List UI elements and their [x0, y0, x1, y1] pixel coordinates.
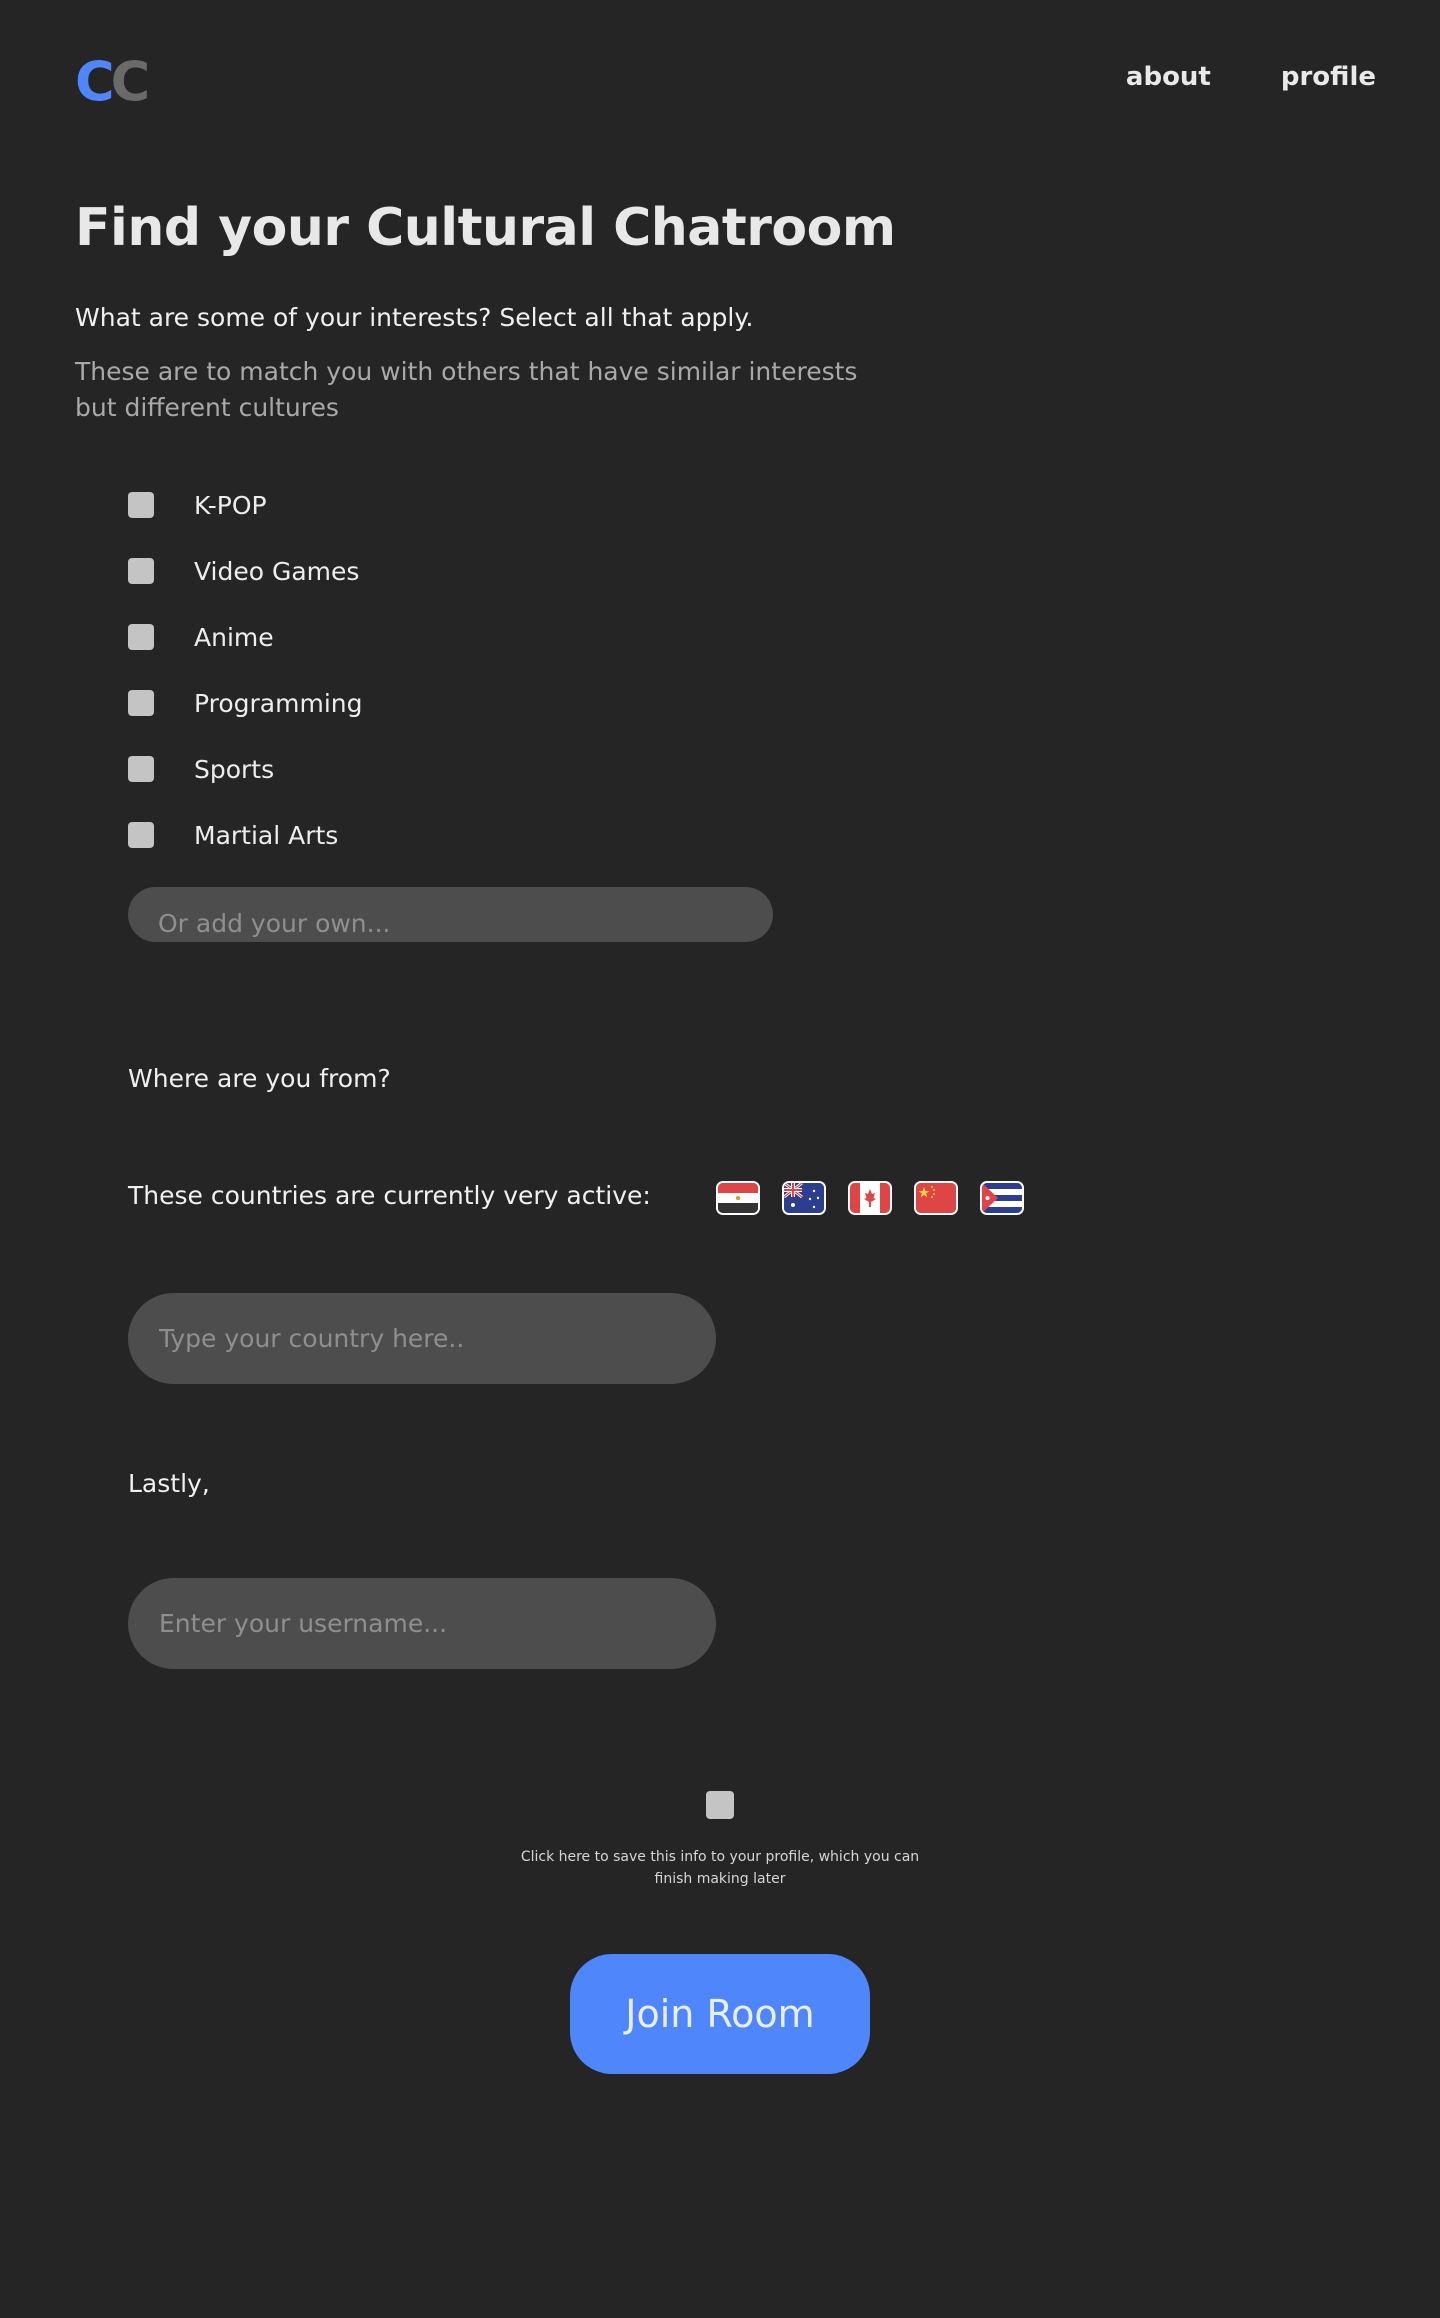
- interest-item-sports[interactable]: Sports: [128, 752, 363, 818]
- active-flags: [716, 1181, 1024, 1215]
- interest-label: Anime: [194, 623, 274, 652]
- username-input[interactable]: [128, 1578, 716, 1669]
- interest-checkbox[interactable]: [128, 690, 154, 716]
- page: CC about profile Find your Cultural Chat…: [0, 0, 1440, 2318]
- add-interest-input[interactable]: [128, 887, 773, 942]
- logo-letter-1: C: [75, 50, 115, 113]
- interest-label: Martial Arts: [194, 821, 339, 850]
- interest-checkbox[interactable]: [128, 756, 154, 782]
- interest-label: Programming: [194, 689, 363, 718]
- interests-list: K-POP Video Games Anime Programming Spor…: [128, 488, 363, 884]
- logo[interactable]: CC: [75, 55, 150, 109]
- lastly-label: Lastly,: [128, 1469, 210, 1498]
- nav-about-link[interactable]: about: [1126, 62, 1211, 92]
- interests-subtext: These are to match you with others that …: [75, 357, 858, 422]
- interest-label: Sports: [194, 755, 275, 784]
- china-flag-icon[interactable]: [914, 1181, 958, 1215]
- australia-flag-icon[interactable]: [782, 1181, 826, 1215]
- interest-item-anime[interactable]: Anime: [128, 620, 363, 686]
- page-title: Find your Cultural Chatroom: [75, 198, 896, 258]
- interest-checkbox[interactable]: [128, 492, 154, 518]
- interest-item-programming[interactable]: Programming: [128, 686, 363, 752]
- canada-flag-icon[interactable]: [848, 1181, 892, 1215]
- save-info-text: Click here to save this info to your pro…: [520, 1849, 920, 1887]
- interest-item-kpop[interactable]: K-POP: [128, 488, 363, 554]
- nav-profile-link[interactable]: profile: [1281, 62, 1376, 92]
- egypt-flag-icon[interactable]: [716, 1181, 760, 1215]
- nav: about profile: [1126, 62, 1376, 92]
- interest-item-video-games[interactable]: Video Games: [128, 554, 363, 620]
- active-countries-label: These countries are currently very activ…: [128, 1181, 651, 1210]
- cuba-flag-icon[interactable]: [980, 1181, 1024, 1215]
- country-input[interactable]: [128, 1293, 716, 1384]
- interest-checkbox[interactable]: [128, 822, 154, 848]
- interest-label: Video Games: [194, 557, 360, 586]
- header: CC about profile: [0, 0, 1440, 160]
- save-info-checkbox[interactable]: [706, 1791, 734, 1819]
- interest-checkbox[interactable]: [128, 558, 154, 584]
- interests-question: What are some of your interests? Select …: [75, 303, 754, 332]
- join-room-button[interactable]: Join Room: [570, 1954, 870, 2074]
- interest-label: K-POP: [194, 491, 267, 520]
- logo-letter-2: C: [110, 50, 151, 113]
- interest-checkbox[interactable]: [128, 624, 154, 650]
- where-question: Where are you from?: [128, 1064, 391, 1093]
- interest-item-martial-arts[interactable]: Martial Arts: [128, 818, 363, 884]
